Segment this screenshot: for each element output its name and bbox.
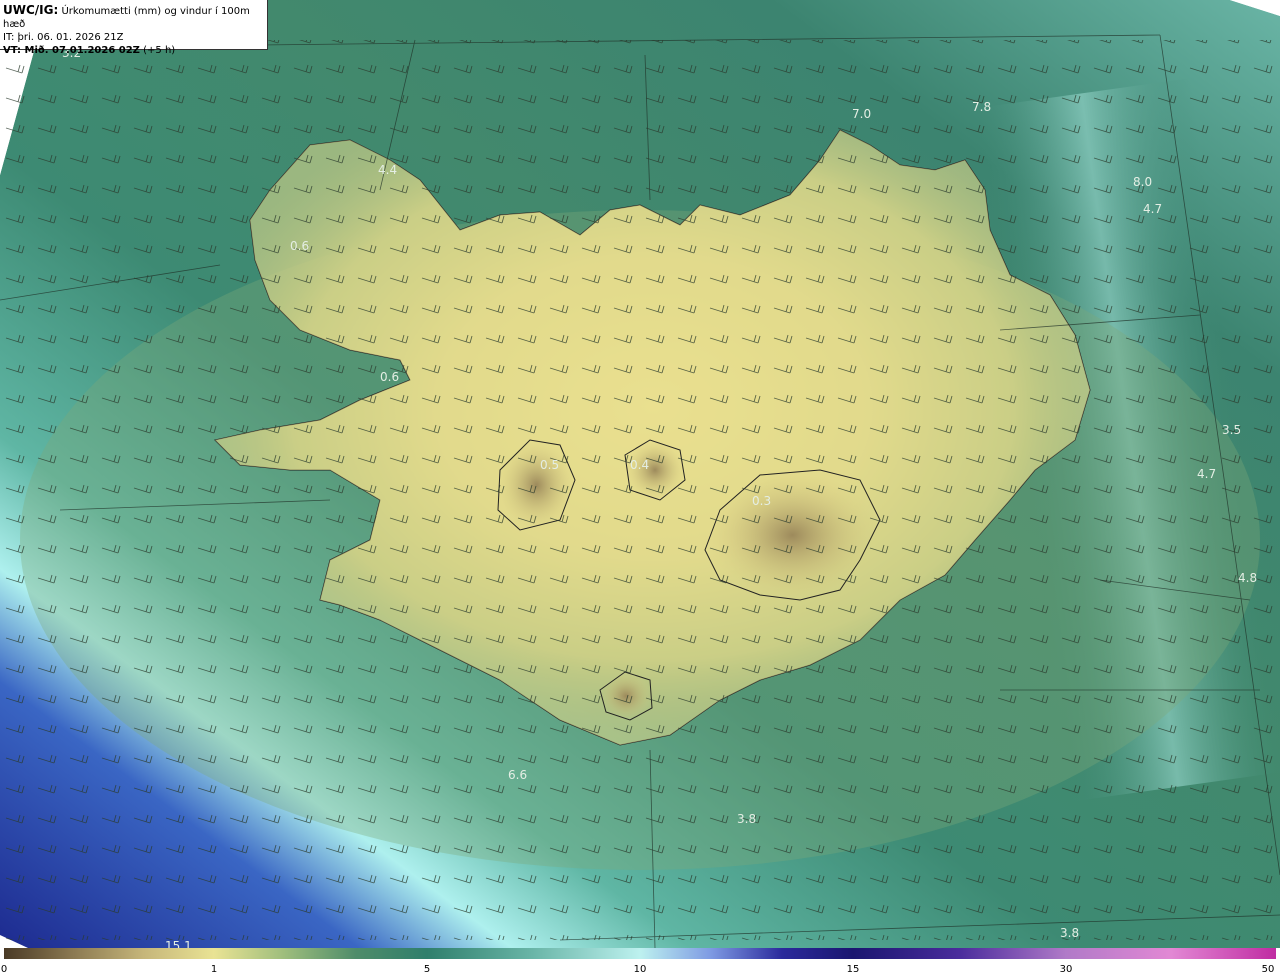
value-label: 0.4 <box>630 458 649 472</box>
value-label: 4.7 <box>1143 202 1162 216</box>
precipitable-water-map: 3.24.47.0 7.88.04.70.60.60.5 0.40.33.54.74… <box>0 0 1280 948</box>
colorbar-tick: 15 <box>846 964 860 975</box>
product-label: UWC/IG: <box>3 3 59 17</box>
valid-time-line: VT: Mið. 07.01.2026 02Z (+5 h) <box>3 44 267 57</box>
value-label: 4.4 <box>378 163 397 177</box>
value-label: 15.1 <box>165 939 192 948</box>
lead-time: (+5 h) <box>143 45 176 56</box>
colorbar: 0 1 5 10 15 30 50 <box>0 948 1280 978</box>
colorbar-tick: 5 <box>423 964 431 975</box>
init-time: IT: þri. 06. 01. 2026 21Z <box>3 32 124 43</box>
colorbar-tick: 10 <box>633 964 647 975</box>
value-label: 3.5 <box>1222 423 1241 437</box>
value-label: 3.8 <box>1060 926 1079 940</box>
value-label: 6.6 <box>508 768 527 782</box>
value-label: 0.3 <box>752 494 771 508</box>
value-label: 7.8 <box>972 100 991 114</box>
forecast-info-box: UWC/IG: Úrkomumætti (mm) og vindur í 100… <box>0 0 268 56</box>
value-label: 7.0 <box>852 107 871 121</box>
colorbar-tick: 30 <box>1059 964 1073 975</box>
value-label: 0.6 <box>380 370 399 384</box>
colorbar-tick: 1 <box>210 964 218 975</box>
value-label: 3.8 <box>737 812 756 826</box>
value-label: 8.0 <box>1133 175 1152 189</box>
valid-time: VT: Mið. 07.01.2026 02Z <box>3 45 140 56</box>
value-label: 0.5 <box>540 458 559 472</box>
value-label: 0.6 <box>290 239 309 253</box>
colorbar-tick: 50 <box>1261 964 1275 975</box>
product-line: UWC/IG: Úrkomumætti (mm) og vindur í 100… <box>3 4 267 31</box>
wind-barbs <box>0 40 1280 940</box>
value-label: 4.8 <box>1238 571 1257 585</box>
colorbar-strip <box>4 948 1276 959</box>
colorbar-tick: 0 <box>0 964 8 975</box>
value-label: 4.7 <box>1197 467 1216 481</box>
